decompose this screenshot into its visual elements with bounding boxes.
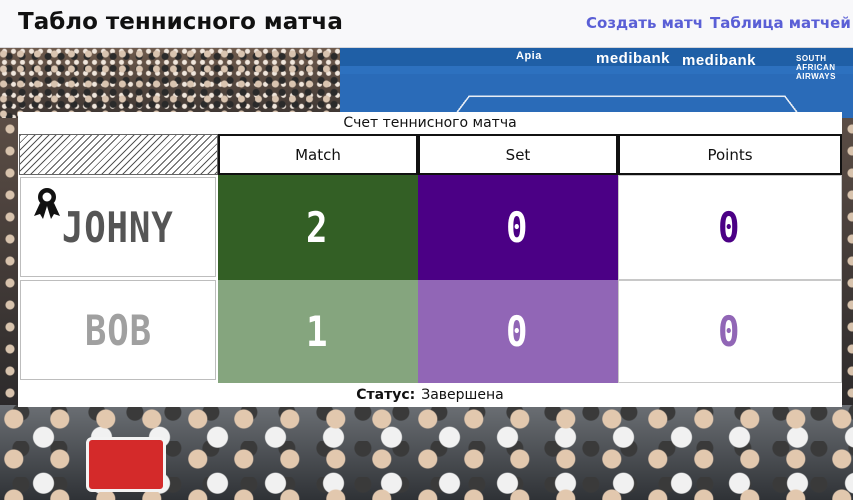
player-2-name-cell: BOB bbox=[20, 280, 216, 380]
player-2-points-cell: 0 bbox=[618, 280, 842, 383]
player-1-name-cell: JOHNY bbox=[20, 177, 216, 277]
scoreboard-corner bbox=[19, 134, 218, 175]
red-cooler bbox=[86, 437, 166, 492]
player-2-points-score: 0 bbox=[718, 307, 742, 356]
crowd-left bbox=[0, 118, 20, 408]
player-2-set-score: 0 bbox=[506, 307, 530, 356]
column-header-match: Match bbox=[218, 134, 418, 175]
status-value: Завершена bbox=[421, 387, 504, 403]
player-2-match-cell: 1 bbox=[218, 280, 418, 383]
player-2-name: BOB bbox=[84, 305, 152, 355]
nav-create-match-link[interactable]: Создать матч bbox=[586, 14, 703, 32]
player-1-name: JOHNY bbox=[62, 202, 174, 252]
top-navbar: Табло теннисного матча Создать матч Табл… bbox=[0, 0, 853, 48]
player-2-match-score: 1 bbox=[306, 307, 330, 356]
scoreboard-title: Счет теннисного матча bbox=[343, 115, 517, 131]
player-1-points-score: 0 bbox=[718, 203, 742, 252]
sponsor-banner: SOUTH AFRICAN AIRWAYS bbox=[796, 54, 836, 81]
match-status: Статус: Завершена bbox=[18, 385, 842, 407]
player-1-match-score: 2 bbox=[306, 203, 330, 252]
award-ribbon-icon bbox=[34, 188, 60, 219]
column-header-points: Points bbox=[618, 134, 842, 175]
player-2-set-cell: 0 bbox=[418, 280, 618, 383]
player-1-match-cell: 2 bbox=[218, 175, 418, 280]
crowd-right bbox=[842, 118, 853, 408]
column-header-set: Set bbox=[418, 134, 618, 175]
app-title: Табло теннисного матча bbox=[18, 9, 343, 35]
sponsor-banner: Apia bbox=[516, 50, 542, 62]
sponsor-banner: medibank bbox=[596, 50, 671, 67]
status-label: Статус: bbox=[356, 387, 416, 403]
scoreboard: Счет теннисного матча Match Set Points J… bbox=[18, 112, 842, 407]
nav-matches-table-link[interactable]: Таблица матчей bbox=[710, 14, 851, 32]
player-1-set-score: 0 bbox=[506, 203, 530, 252]
player-1-points-cell: 0 bbox=[618, 175, 842, 280]
player-1-set-cell: 0 bbox=[418, 175, 618, 280]
sponsor-banner: medibank bbox=[682, 52, 757, 69]
